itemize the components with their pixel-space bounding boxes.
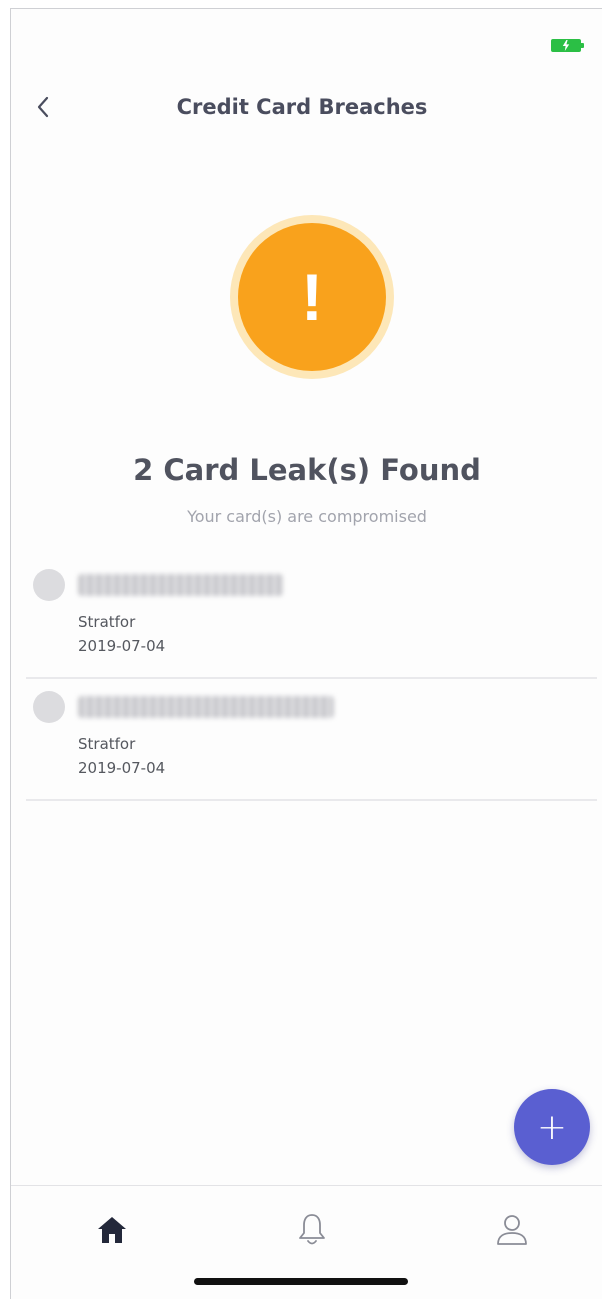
card-avatar bbox=[33, 569, 65, 601]
leak-date: 2019-07-04 bbox=[78, 759, 166, 777]
blurred-card-number bbox=[78, 696, 334, 718]
add-card-button[interactable]: + bbox=[514, 1089, 590, 1165]
leak-source: Stratfor bbox=[78, 735, 136, 753]
card-avatar bbox=[33, 691, 65, 723]
warning-icon: ! bbox=[238, 223, 386, 371]
app-screen: Credit Card Breaches ! 2 Card Leak(s) Fo… bbox=[10, 8, 602, 1299]
leak-source: Stratfor bbox=[78, 613, 136, 631]
home-indicator[interactable] bbox=[194, 1278, 408, 1285]
leak-list: Stratfor 2019-07-04 Stratfor 2019-07-04 bbox=[26, 557, 597, 801]
bell-icon bbox=[299, 1214, 325, 1245]
leak-date: 2019-07-04 bbox=[78, 637, 166, 655]
tab-notifications[interactable] bbox=[282, 1206, 342, 1254]
leak-list-item[interactable]: Stratfor 2019-07-04 bbox=[26, 679, 597, 801]
leak-list-item[interactable]: Stratfor 2019-07-04 bbox=[26, 557, 597, 679]
compromised-message: Your card(s) are compromised bbox=[187, 507, 427, 526]
tab-home[interactable] bbox=[82, 1206, 142, 1254]
blurred-card-number bbox=[78, 574, 283, 596]
plus-icon: + bbox=[536, 1106, 568, 1148]
leak-count-heading: 2 Card Leak(s) Found bbox=[133, 453, 481, 487]
page-title: Credit Card Breaches bbox=[176, 95, 428, 119]
charging-bolt-icon bbox=[562, 40, 570, 51]
battery-icon bbox=[551, 39, 584, 52]
user-icon bbox=[497, 1215, 527, 1245]
home-icon bbox=[98, 1217, 126, 1243]
tab-profile[interactable] bbox=[482, 1206, 542, 1254]
